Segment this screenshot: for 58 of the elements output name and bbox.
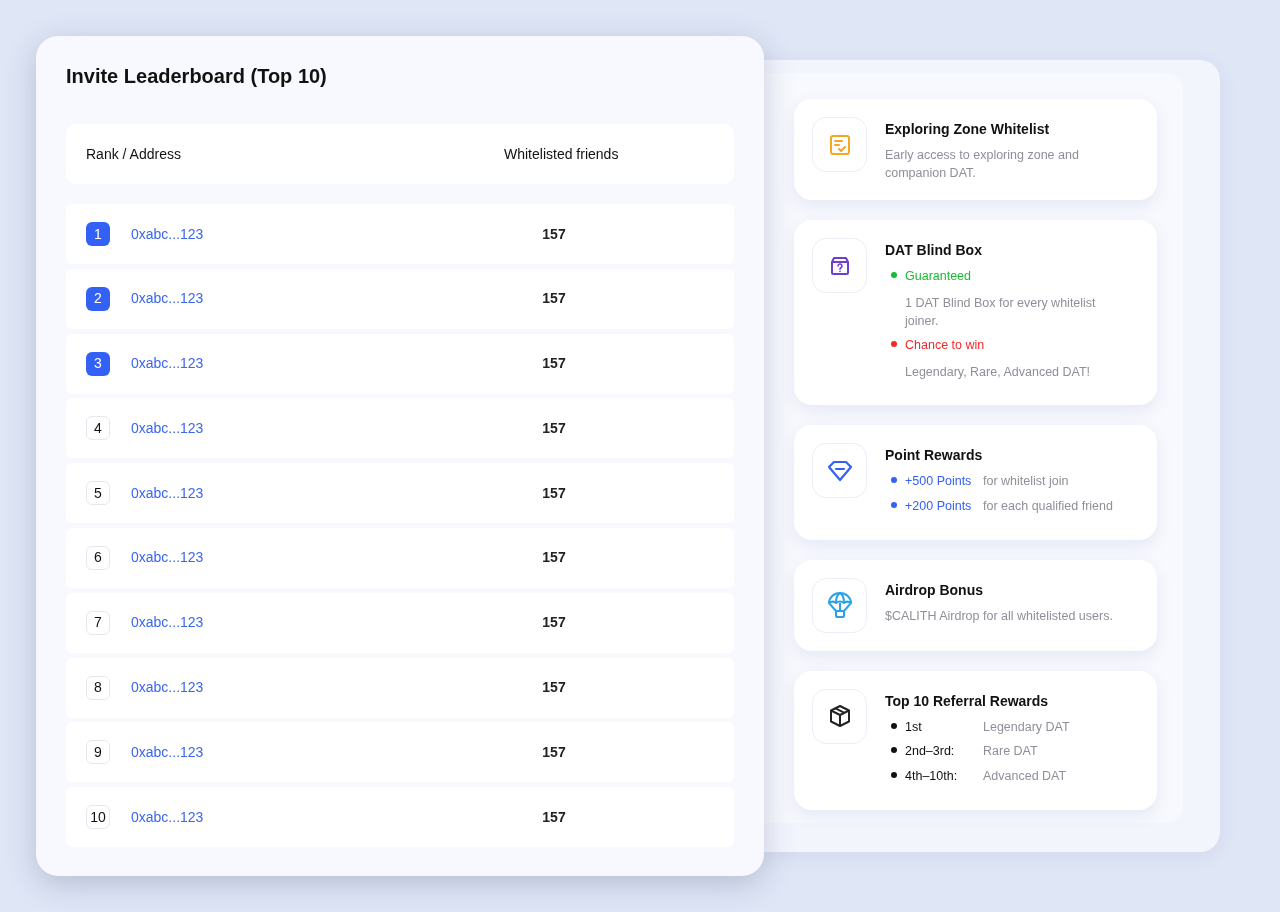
bullet-label: Guaranteed (905, 268, 972, 286)
bullet-label: 1st (905, 718, 923, 736)
column-header: Whitelisted friends (504, 144, 619, 164)
address-link[interactable]: 0xabc...123 (131, 741, 204, 763)
bullet-detail: for whitelist join (983, 473, 1069, 491)
bullet-label: Chance to win (905, 337, 985, 355)
bullet-detail: 1 DAT Blind Box for every whitelist joiner. (903, 295, 1097, 331)
leaderboard-title: Invite Leaderboard (Top 10) (66, 64, 328, 88)
reward-description: $CALITH Airdrop for all whitelisted users. (885, 607, 1114, 625)
friends-count: 157 (541, 742, 567, 762)
bullet-label: 2nd–3rd: (905, 743, 956, 761)
friends-count: 157 (541, 224, 567, 244)
bullet-detail: Legendary DAT (983, 718, 1070, 736)
reward-title: Point Rewards (885, 446, 984, 466)
rank-badge: 1 (86, 222, 110, 246)
bullet-detail: Advanced DAT (983, 768, 1067, 786)
bullet-label: +200 Points (905, 497, 973, 515)
bullet-label: 4th–10th: (905, 768, 959, 786)
reward-title: Airdrop Bonus (885, 580, 984, 600)
rank-badge: 2 (86, 286, 110, 311)
address-link[interactable]: 0xabc...123 (131, 288, 204, 310)
address-link[interactable]: 0xabc...123 (131, 353, 204, 375)
bullet-detail: for each qualified friend (983, 497, 1113, 515)
reward-title: Top 10 Referral Rewards (885, 691, 1050, 711)
rank-badge: 6 (86, 546, 110, 570)
address-link[interactable]: 0xabc...123 (131, 223, 204, 245)
friends-count: 157 (541, 678, 567, 698)
diamond-icon (825, 458, 854, 483)
address-link[interactable]: 0xabc...123 (131, 482, 204, 504)
rank-badge: 8 (86, 675, 110, 700)
reward-description: Early access to exploring zone and companion DAT. (885, 147, 1080, 183)
friends-count: 157 (541, 289, 567, 309)
friends-count: 157 (541, 418, 567, 438)
address-link[interactable]: 0xabc...123 (131, 417, 204, 439)
friends-count: 157 (541, 548, 567, 568)
rank-badge: 10 (86, 805, 110, 830)
rank-badge: 5 (86, 481, 110, 506)
address-link[interactable]: 0xabc...123 (131, 612, 204, 634)
bullet-label: +500 Points (905, 473, 973, 491)
friends-count: 157 (541, 483, 567, 503)
checklist-icon (827, 132, 852, 157)
friends-count: 157 (541, 354, 567, 374)
reward-title: Exploring Zone Whitelist (885, 120, 1051, 139)
address-link[interactable]: 0xabc...123 (131, 677, 204, 699)
column-header: Rank / Address (86, 144, 182, 164)
friends-count: 157 (541, 807, 567, 827)
rank-badge: 7 (86, 610, 110, 635)
rank-badge: 9 (86, 740, 110, 765)
reward-title: DAT Blind Box (885, 241, 983, 261)
bullet-detail: Legendary, Rare, Advanced DAT! (904, 364, 1091, 381)
bullet-detail: Rare DAT (983, 743, 1038, 761)
address-link[interactable]: 0xabc...123 (131, 806, 204, 828)
address-link[interactable]: 0xabc...123 (131, 547, 204, 569)
balloon-icon (826, 591, 853, 620)
rank-badge: 4 (86, 416, 110, 441)
cube-icon (827, 704, 852, 729)
friends-count: 157 (541, 613, 567, 633)
rank-badge: 3 (86, 351, 110, 376)
